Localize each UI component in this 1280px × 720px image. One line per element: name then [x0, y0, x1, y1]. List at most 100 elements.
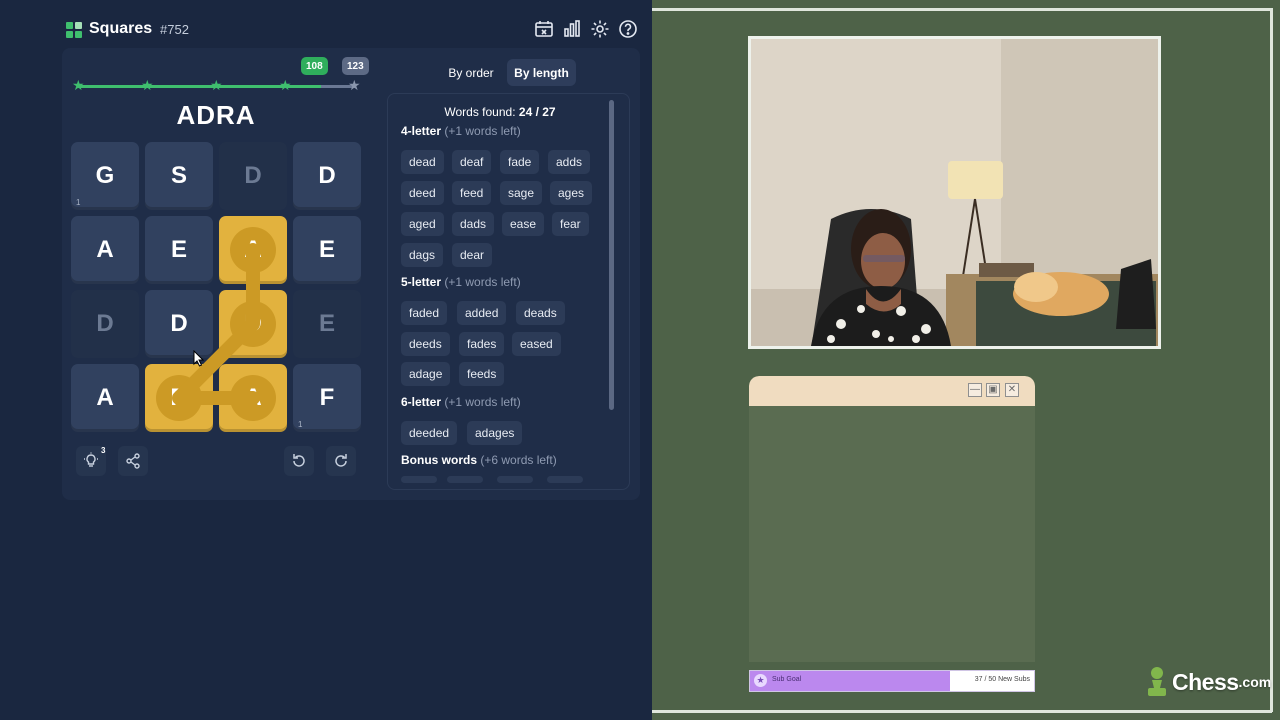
sub-goal-count: 37 / 50 New Subs [974, 676, 1030, 683]
found-word-chip[interactable]: fades [459, 332, 505, 356]
tile-letter: D [170, 310, 188, 337]
frame-border-right [1270, 8, 1273, 712]
found-word-chip[interactable]: feed [452, 181, 492, 205]
rotate-right-button[interactable] [326, 446, 356, 476]
progress-star-icon: ★ [141, 77, 154, 93]
webcam-feed [748, 36, 1161, 349]
bonus-word-chip[interactable] [497, 476, 533, 483]
progress-star-icon: ★ [279, 77, 292, 93]
puzzle-number: #752 [160, 22, 189, 37]
tile-letter: E [318, 310, 335, 337]
minimize-icon[interactable]: — [968, 383, 982, 397]
stats-icon[interactable] [561, 18, 583, 40]
word-group-label: 6-letter [401, 395, 442, 409]
found-word-chip[interactable]: dags [401, 243, 444, 267]
maximize-icon[interactable]: ▣ [986, 383, 1000, 397]
brand-suffix: .com [1238, 674, 1272, 690]
frame-border-bottom [652, 710, 1272, 713]
sub-goal-label: Sub Goal [772, 676, 802, 683]
tile-letter: D [230, 301, 276, 347]
letter-tile[interactable]: R [145, 364, 213, 432]
found-word-chip[interactable]: deeds [401, 332, 450, 356]
found-word-chip[interactable]: added [457, 301, 507, 325]
letter-tile[interactable]: F1 [293, 364, 361, 432]
letter-tile[interactable]: A [71, 216, 139, 284]
found-word-chip[interactable]: deeded [401, 421, 458, 445]
milestone-badge: 108 [301, 57, 328, 75]
chat-window: — ▣ ✕ [749, 376, 1035, 662]
current-word: ADRA [176, 100, 256, 130]
rotate-left-button[interactable] [284, 446, 314, 476]
found-word-chip[interactable]: aged [401, 212, 444, 236]
sub-goal-bar: ★ Sub Goal 37 / 50 New Subs [749, 670, 1035, 692]
word-group-label: 5-letter [401, 275, 442, 289]
bonus-word-chip[interactable] [447, 476, 483, 483]
tile-number: 1 [298, 420, 303, 429]
close-icon[interactable]: ✕ [1005, 383, 1019, 397]
tile-letter: G [95, 162, 115, 189]
calendar-icon[interactable] [533, 18, 555, 40]
letter-tile[interactable]: A [219, 216, 287, 284]
found-word-chip[interactable]: ages [550, 181, 593, 205]
letter-tile[interactable]: A [71, 364, 139, 432]
words-left-count: (+1 words left) [444, 275, 521, 289]
found-word-chip[interactable]: eased [512, 332, 561, 356]
words-scrollbar[interactable] [609, 100, 614, 410]
found-word-chip[interactable]: deed [401, 181, 444, 205]
found-word-chip[interactable]: fear [552, 212, 589, 236]
progress-star-icon: ★ [210, 77, 223, 93]
found-word-chip[interactable]: adage [401, 362, 451, 386]
sort-by-length-button[interactable]: By length [507, 59, 576, 86]
word-group-label: Bonus words [401, 453, 478, 467]
tile-letter: R [156, 375, 202, 421]
found-word-chip[interactable]: feeds [459, 362, 505, 386]
letter-tile[interactable]: E [293, 216, 361, 284]
webcam-image [751, 39, 1158, 346]
tile-letter: A [96, 384, 114, 411]
word-group-title: 4-letter (+1 words left) [401, 124, 521, 138]
sort-by-order-button[interactable]: By order [440, 59, 502, 86]
words-found: Words found: 24 / 27 [444, 105, 556, 119]
settings-icon[interactable] [589, 18, 611, 40]
found-word-chip[interactable]: deaf [452, 150, 492, 174]
letter-tile[interactable]: S [145, 142, 213, 210]
bonus-word-chip[interactable] [547, 476, 583, 483]
found-word-chip[interactable]: deads [516, 301, 565, 325]
bonus-word-chip[interactable] [401, 476, 437, 483]
found-word-chip[interactable]: fade [500, 150, 540, 174]
letter-tile[interactable]: G1 [71, 142, 139, 210]
found-word-chip[interactable]: adages [467, 421, 523, 445]
word-group-title: 5-letter (+1 words left) [401, 275, 521, 289]
letter-tile[interactable]: D [219, 290, 287, 358]
found-word-chip[interactable]: adds [548, 150, 591, 174]
words-left-count: (+6 words left) [480, 453, 557, 467]
found-word-chip[interactable]: faded [401, 301, 448, 325]
tile-letter: A [230, 375, 276, 421]
milestone-badge: 123 [342, 57, 369, 75]
word-group-title: 6-letter (+1 words left) [401, 395, 521, 409]
chat-title-bar: — ▣ ✕ [749, 376, 1035, 406]
found-word-chip[interactable]: dear [452, 243, 493, 267]
tile-letter: F [319, 384, 335, 411]
found-word-chip[interactable]: dead [401, 150, 444, 174]
tile-letter: D [244, 162, 262, 189]
progress-star-icon: ★ [348, 77, 361, 93]
letter-tile[interactable]: E [145, 216, 213, 284]
tile-letter: A [230, 227, 276, 273]
letter-tile[interactable]: D [145, 290, 213, 358]
words-left-count: (+1 words left) [444, 395, 521, 409]
tile-letter: S [170, 162, 187, 189]
found-word-chip[interactable]: dads [452, 212, 495, 236]
letter-tile[interactable]: D [219, 142, 287, 210]
found-word-chip[interactable]: sage [500, 181, 543, 205]
help-icon[interactable] [617, 18, 639, 40]
letter-tile[interactable]: D [71, 290, 139, 358]
letter-tile[interactable]: E [293, 290, 361, 358]
star-icon: ★ [754, 674, 767, 687]
found-word-chip[interactable]: ease [502, 212, 545, 236]
share-button[interactable] [118, 446, 148, 476]
squares-logo-icon [66, 22, 82, 38]
chess-com-logo: Chess .com [1146, 664, 1271, 700]
letter-tile[interactable]: D [293, 142, 361, 210]
letter-tile[interactable]: A [219, 364, 287, 432]
